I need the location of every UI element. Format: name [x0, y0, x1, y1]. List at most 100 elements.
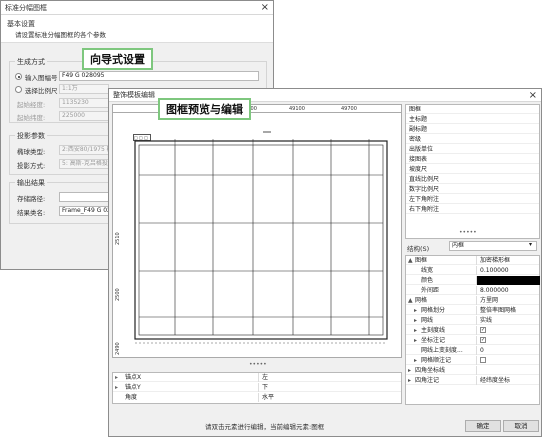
checkbox[interactable]: ✓ — [480, 337, 486, 343]
element-list-item[interactable]: 接图表 — [406, 155, 539, 164]
expander-icon[interactable]: ▸ — [408, 376, 414, 385]
splitter-handle[interactable]: ••••• — [249, 361, 267, 368]
ruler-left-num-3: 2490 — [115, 342, 121, 355]
property-value[interactable]: 方里网 — [476, 296, 540, 305]
expander-icon[interactable] — [414, 276, 420, 285]
element-list-item[interactable]: 数字比例尺 — [406, 185, 539, 194]
property-value[interactable]: 经纬度坐标 — [476, 376, 540, 385]
save-path-label: 存储路径: — [17, 195, 46, 203]
prop-row-anchor-y[interactable]: ▸ 锚点Y 下 — [113, 383, 401, 392]
element-list-item[interactable]: 主标题 — [406, 115, 539, 124]
prop-name: 角度 — [125, 394, 138, 401]
element-list-item[interactable]: 右下角附注 — [406, 205, 539, 214]
prop-name: 锚点X — [125, 374, 142, 381]
property-value[interactable] — [476, 366, 540, 375]
result-name-input[interactable]: Frame_F49 G 028 — [59, 206, 109, 216]
property-name: 网线上变刻度... — [421, 347, 463, 354]
projection-select[interactable]: 5: 高斯-克吕格投 — [59, 159, 109, 169]
property-row[interactable]: 网线上变刻度... 0 — [406, 346, 539, 355]
expander-icon[interactable] — [414, 266, 420, 275]
expander-icon[interactable]: ▸ — [408, 366, 414, 375]
ellipsoid-select[interactable]: 2:西安80/1975 椭 — [59, 145, 109, 155]
start-lon-input[interactable]: 1135230 — [59, 98, 109, 108]
ellipsoid-label: 椭球类型: — [17, 148, 46, 156]
expander-icon[interactable]: ▸ — [414, 316, 420, 325]
output-group-label: 输出结果 — [15, 178, 47, 188]
element-list-item[interactable]: 出版单位 — [406, 145, 539, 154]
right-splitter-handle[interactable]: ••••• — [459, 229, 477, 236]
scale-select[interactable]: 1:1万 — [59, 84, 109, 94]
property-row[interactable]: ▲ 网格 方里网 — [406, 296, 539, 305]
property-row[interactable]: 外间距 8.000000 — [406, 286, 539, 295]
property-value[interactable]: 0 — [476, 346, 540, 355]
property-name: 坐标注记 — [421, 337, 446, 344]
property-row[interactable]: ▸ 网格划分 整倍率图网格 — [406, 306, 539, 315]
property-row[interactable]: ▸ 四角注记 经纬度坐标 — [406, 376, 539, 385]
checkbox[interactable]: ✓ — [480, 327, 486, 333]
property-value[interactable]: 加密梯形框 — [476, 256, 540, 265]
property-name: 图框 — [415, 257, 428, 264]
expander-icon[interactable]: ▸ — [414, 326, 420, 335]
wizard-titlebar: 标准分幅图框 × — [1, 1, 273, 15]
element-list-item[interactable]: 坡度尺 — [406, 165, 539, 174]
chevron-down-icon[interactable]: ▾ — [529, 241, 532, 248]
property-name: 网格 — [415, 297, 428, 304]
projection-label: 投影方式: — [17, 162, 46, 170]
property-value[interactable]: ✓ — [476, 336, 540, 345]
element-list: 图框 主标题 副标题 密级 出版单位 接图表 坡度尺 直线比例尺 数字比例尺 左下角附注 右下角附注 — [405, 104, 540, 239]
element-list-item[interactable]: 密级 — [406, 135, 539, 144]
structure-select[interactable]: 内框 — [449, 241, 537, 251]
element-list-item[interactable]: 直线比例尺 — [406, 175, 539, 184]
checkbox[interactable] — [480, 357, 486, 363]
map-canvas[interactable]: 48000 49100 49700 □ □ □ □ — [112, 104, 402, 358]
element-list-item[interactable]: 左下角附注 — [406, 195, 539, 204]
expander-icon[interactable] — [414, 286, 420, 295]
expander-icon[interactable]: ▲ — [408, 296, 414, 305]
property-name: 四角坐标线 — [415, 367, 446, 374]
prop-row-angle[interactable]: 角度 水平 — [113, 393, 401, 402]
property-value[interactable]: 8.000000 — [476, 286, 540, 295]
ok-button[interactable]: 确定 — [465, 420, 501, 432]
property-row[interactable]: ▲ 图框 加密梯形框 — [406, 256, 539, 265]
prop-name: 锚点Y — [125, 384, 141, 391]
property-value[interactable]: ✓ — [476, 326, 540, 335]
property-row[interactable]: 线宽 0.100000 — [406, 266, 539, 275]
frame-property-tree: ▲ 图框 加密梯形框 线宽 0.100000 颜色 外间距 8.000000 ▲ 网格 方里网 ▸ 网格… — [405, 255, 540, 405]
start-lon-label: 起始经度: — [17, 101, 46, 109]
property-value[interactable]: 整倍率图网格 — [476, 306, 540, 315]
property-value[interactable] — [476, 276, 540, 285]
property-row[interactable]: ▸ 四角坐标线 — [406, 366, 539, 375]
property-name: 网格划分 — [421, 307, 446, 314]
property-name: 主刻度线 — [421, 327, 446, 334]
property-row[interactable]: ▸ 网线 实线 — [406, 316, 539, 325]
section-description: 请设置标准分幅图框的各个参数 — [15, 31, 106, 39]
scale-radio[interactable] — [15, 86, 22, 93]
wizard-callout: 向导式设置 — [82, 48, 153, 70]
property-row[interactable]: ▸ 坐标注记 ✓ — [406, 336, 539, 345]
sheet-number-radio[interactable] — [15, 73, 22, 80]
expander-icon[interactable]: ▸ — [414, 306, 420, 315]
cancel-button[interactable]: 取消 — [503, 420, 539, 432]
start-lat-input[interactable]: 225000 — [59, 111, 109, 121]
element-list-item[interactable]: 副标题 — [406, 125, 539, 134]
close-icon[interactable]: × — [261, 1, 269, 15]
element-list-item[interactable]: 图框 — [406, 105, 539, 114]
property-value[interactable]: 0.100000 — [476, 266, 540, 275]
property-row[interactable]: ▸ 主刻度线 ✓ — [406, 326, 539, 335]
property-row[interactable]: ▸ 网格顺注记 — [406, 356, 539, 365]
expander-icon[interactable]: ▸ — [414, 336, 420, 345]
property-row[interactable]: 颜色 — [406, 276, 540, 285]
property-name: 网线 — [421, 317, 434, 324]
expander-icon[interactable] — [414, 346, 420, 355]
expander-icon[interactable]: ▲ — [408, 256, 414, 265]
ruler-left-num-2: 2500 — [115, 288, 121, 301]
sheet-number-input[interactable]: F49 G 028095 — [59, 71, 259, 81]
prop-row-anchor-x[interactable]: ▸ 锚点X 左 — [113, 373, 401, 382]
save-path-input[interactable] — [59, 192, 109, 202]
property-value[interactable] — [476, 356, 540, 365]
status-text: 请双击元素进行编辑，当前编辑元素:图框 — [205, 423, 325, 431]
expander-icon[interactable]: ▸ — [414, 356, 420, 365]
generate-mode-label: 生成方式 — [15, 57, 47, 67]
property-value[interactable]: 实线 — [476, 316, 540, 325]
editor-close-icon[interactable]: × — [529, 89, 537, 102]
